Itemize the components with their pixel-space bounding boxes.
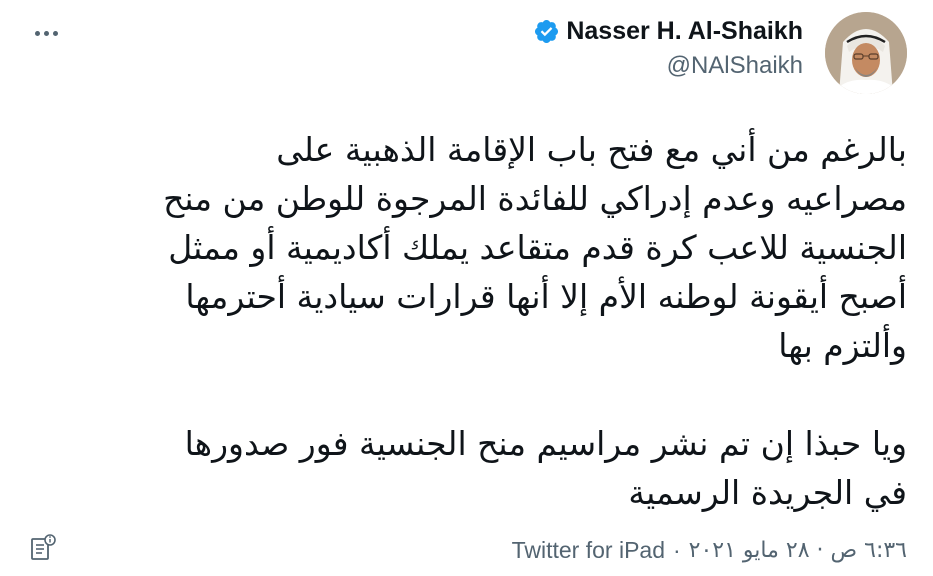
author-name[interactable]: Nasser H. Al-Shaikh (566, 17, 803, 46)
tweet-line: مصراعيه وعدم إدراكي للفائدة المرجوة للوط… (163, 179, 907, 218)
tweet-line: الجنسية للاعب كرة قدم متقاعد يملك أكاديم… (168, 228, 907, 267)
avatar-image (825, 12, 907, 94)
more-options-button[interactable] (26, 18, 66, 48)
tweet-line: في الجريدة الرسمية (628, 473, 907, 512)
tweet-line: أصبح أيقونة لوطنه الأم إلا أنها قرارات س… (185, 277, 907, 316)
meta-separator: · (673, 536, 681, 563)
tweet-meta: Twitter for iPad · ٦:٣٦ ص · ٢٨ مايو ٢٠٢١ (512, 530, 907, 570)
tweet-line: وألتزم بها (778, 326, 907, 365)
tweet-source[interactable]: Twitter for iPad (512, 537, 665, 564)
more-options-icon-dot (52, 30, 58, 36)
author-name-row: Nasser H. Al-Shaikh (533, 10, 803, 52)
tweet-line: ويا حبذا إن تم نشر مراسيم منح الجنسية فو… (184, 424, 907, 463)
tweet-text: بالرغم من أني مع فتح باب الإقامة الذهبية… (27, 125, 907, 517)
more-options-icon-dot (43, 30, 49, 36)
more-options-icon (34, 30, 40, 36)
author-info: Nasser H. Al-Shaikh @NAlShaikh (533, 10, 803, 80)
tweet-info-icon[interactable] (26, 532, 60, 566)
tweet-line: بالرغم من أني مع فتح باب الإقامة الذهبية… (276, 130, 907, 169)
avatar[interactable] (825, 12, 907, 94)
author-handle[interactable]: @NAlShaikh (533, 52, 803, 80)
verified-badge-icon (535, 19, 559, 43)
tweet-timestamp[interactable]: ٦:٣٦ ص · ٢٨ مايو ٢٠٢١ (689, 538, 907, 563)
